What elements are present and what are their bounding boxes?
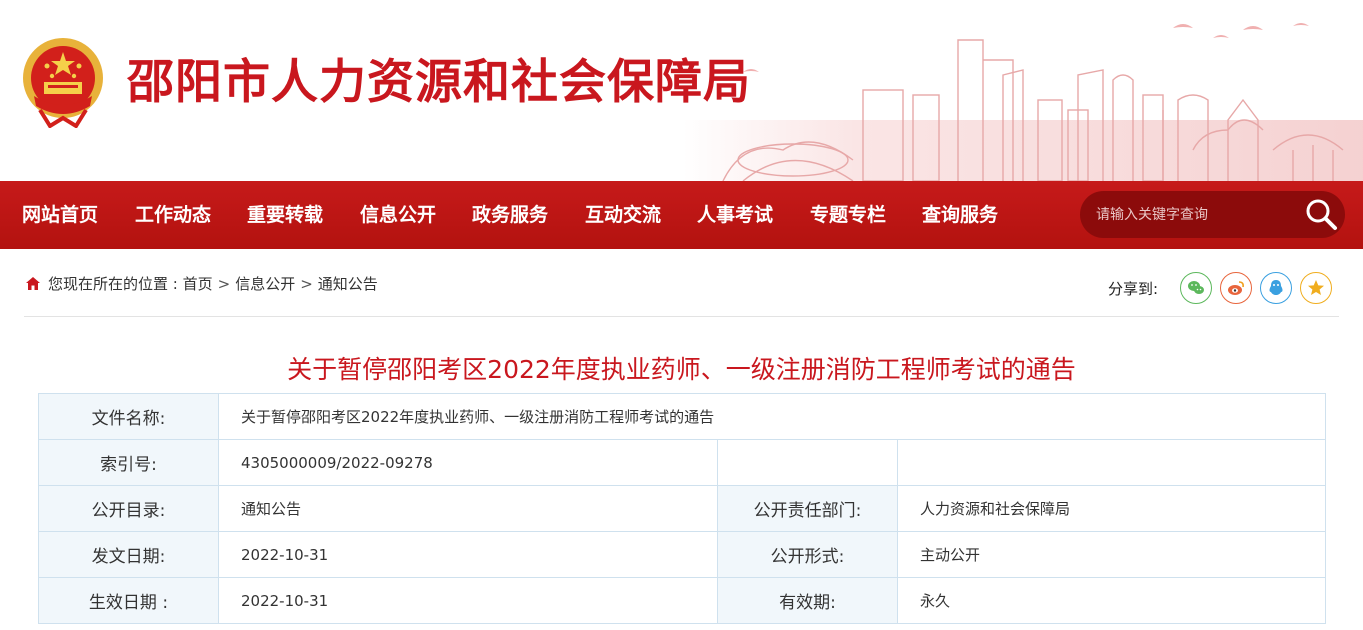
weibo-icon	[1228, 281, 1244, 295]
breadcrumb-notices-link[interactable]: 通知公告	[318, 275, 378, 293]
breadcrumb-home-link[interactable]: 首页	[183, 275, 213, 293]
table-row: 发文日期: 2022-10-31 公开形式: 主动公开	[38, 531, 1327, 578]
breadcrumb-bar: 您现在所在的位置 : 首页 > 信息公开 > 通知公告 分享到:	[24, 256, 1339, 317]
index-label: 索引号:	[38, 439, 219, 486]
document-metadata-table: 文件名称: 关于暂停邵阳考区2022年度执业药师、一级注册消防工程师考试的通告 …	[38, 393, 1327, 624]
file-name-value: 关于暂停邵阳考区2022年度执业药师、一级注册消防工程师考试的通告	[217, 393, 1327, 440]
breadcrumb-prefix: 您现在所在的位置 :	[48, 275, 183, 293]
share-weibo-button[interactable]	[1220, 272, 1252, 304]
main-navigation: 网站首页 工作动态 重要转载 信息公开 政务服务 互动交流 人事考试 专题专栏 …	[0, 181, 1363, 249]
site-title: 邵阳市人力资源和社会保障局	[127, 55, 751, 110]
article-title: 关于暂停邵阳考区2022年度执业药师、一级注册消防工程师考试的通告	[287, 355, 1076, 384]
table-row: 索引号: 4305000009/2022-09278	[38, 439, 1327, 486]
site-header: 邵阳市人力资源和社会保障局	[0, 0, 1363, 181]
nav-item-special-topics[interactable]: 专题专栏	[810, 181, 886, 249]
validity-value: 永久	[896, 577, 1327, 624]
national-emblem-logo	[23, 38, 103, 128]
table-row: 公开目录: 通知公告 公开责任部门: 人力资源和社会保障局	[38, 485, 1327, 532]
nav-item-info-disclosure[interactable]: 信息公开	[360, 181, 436, 249]
nav-item-work-news[interactable]: 工作动态	[135, 181, 211, 249]
table-row: 文件名称: 关于暂停邵阳考区2022年度执业药师、一级注册消防工程师考试的通告	[38, 393, 1327, 440]
breadcrumb-separator: >	[300, 275, 313, 293]
issue-date-label: 发文日期:	[38, 531, 219, 578]
nav-item-gov-services[interactable]: 政务服务	[472, 181, 548, 249]
qq-icon	[1269, 280, 1283, 295]
share-label: 分享到:	[1108, 280, 1159, 298]
nav-item-home[interactable]: 网站首页	[22, 181, 98, 249]
search-icon[interactable]	[1304, 197, 1338, 231]
nav-item-personnel-exam[interactable]: 人事考试	[697, 181, 773, 249]
effective-date-value: 2022-10-31	[218, 577, 718, 624]
share-qzone-button[interactable]	[1300, 272, 1332, 304]
qzone-icon	[1308, 280, 1324, 295]
index-value: 4305000009/2022-09278	[218, 439, 718, 486]
wechat-icon	[1188, 281, 1204, 294]
city-skyline-illustration	[683, 23, 1363, 181]
table-row: 生效日期 : 2022-10-31 有效期: 永久	[38, 577, 1327, 624]
breadcrumb-info-disclosure-link[interactable]: 信息公开	[235, 275, 295, 293]
empty-label-cell	[717, 439, 898, 486]
issue-date-value: 2022-10-31	[218, 531, 718, 578]
form-value: 主动公开	[896, 531, 1327, 578]
form-label: 公开形式:	[717, 531, 898, 578]
validity-label: 有效期:	[717, 577, 898, 624]
share-qq-button[interactable]	[1260, 272, 1292, 304]
search-input[interactable]	[1096, 202, 1296, 227]
nav-item-reposts[interactable]: 重要转载	[247, 181, 323, 249]
dept-value: 人力资源和社会保障局	[896, 485, 1327, 532]
nav-item-interaction[interactable]: 互动交流	[585, 181, 661, 249]
catalog-value: 通知公告	[218, 485, 718, 532]
catalog-label: 公开目录:	[38, 485, 219, 532]
empty-value-cell	[896, 439, 1327, 486]
breadcrumb: 您现在所在的位置 : 首页 > 信息公开 > 通知公告	[48, 273, 378, 295]
home-icon	[26, 277, 40, 290]
file-name-label: 文件名称:	[38, 393, 219, 440]
breadcrumb-separator: >	[217, 275, 231, 293]
dept-label: 公开责任部门:	[717, 485, 898, 532]
effective-date-label: 生效日期 :	[38, 577, 219, 624]
share-wechat-button[interactable]	[1180, 272, 1212, 304]
nav-item-query-services[interactable]: 查询服务	[922, 181, 998, 249]
